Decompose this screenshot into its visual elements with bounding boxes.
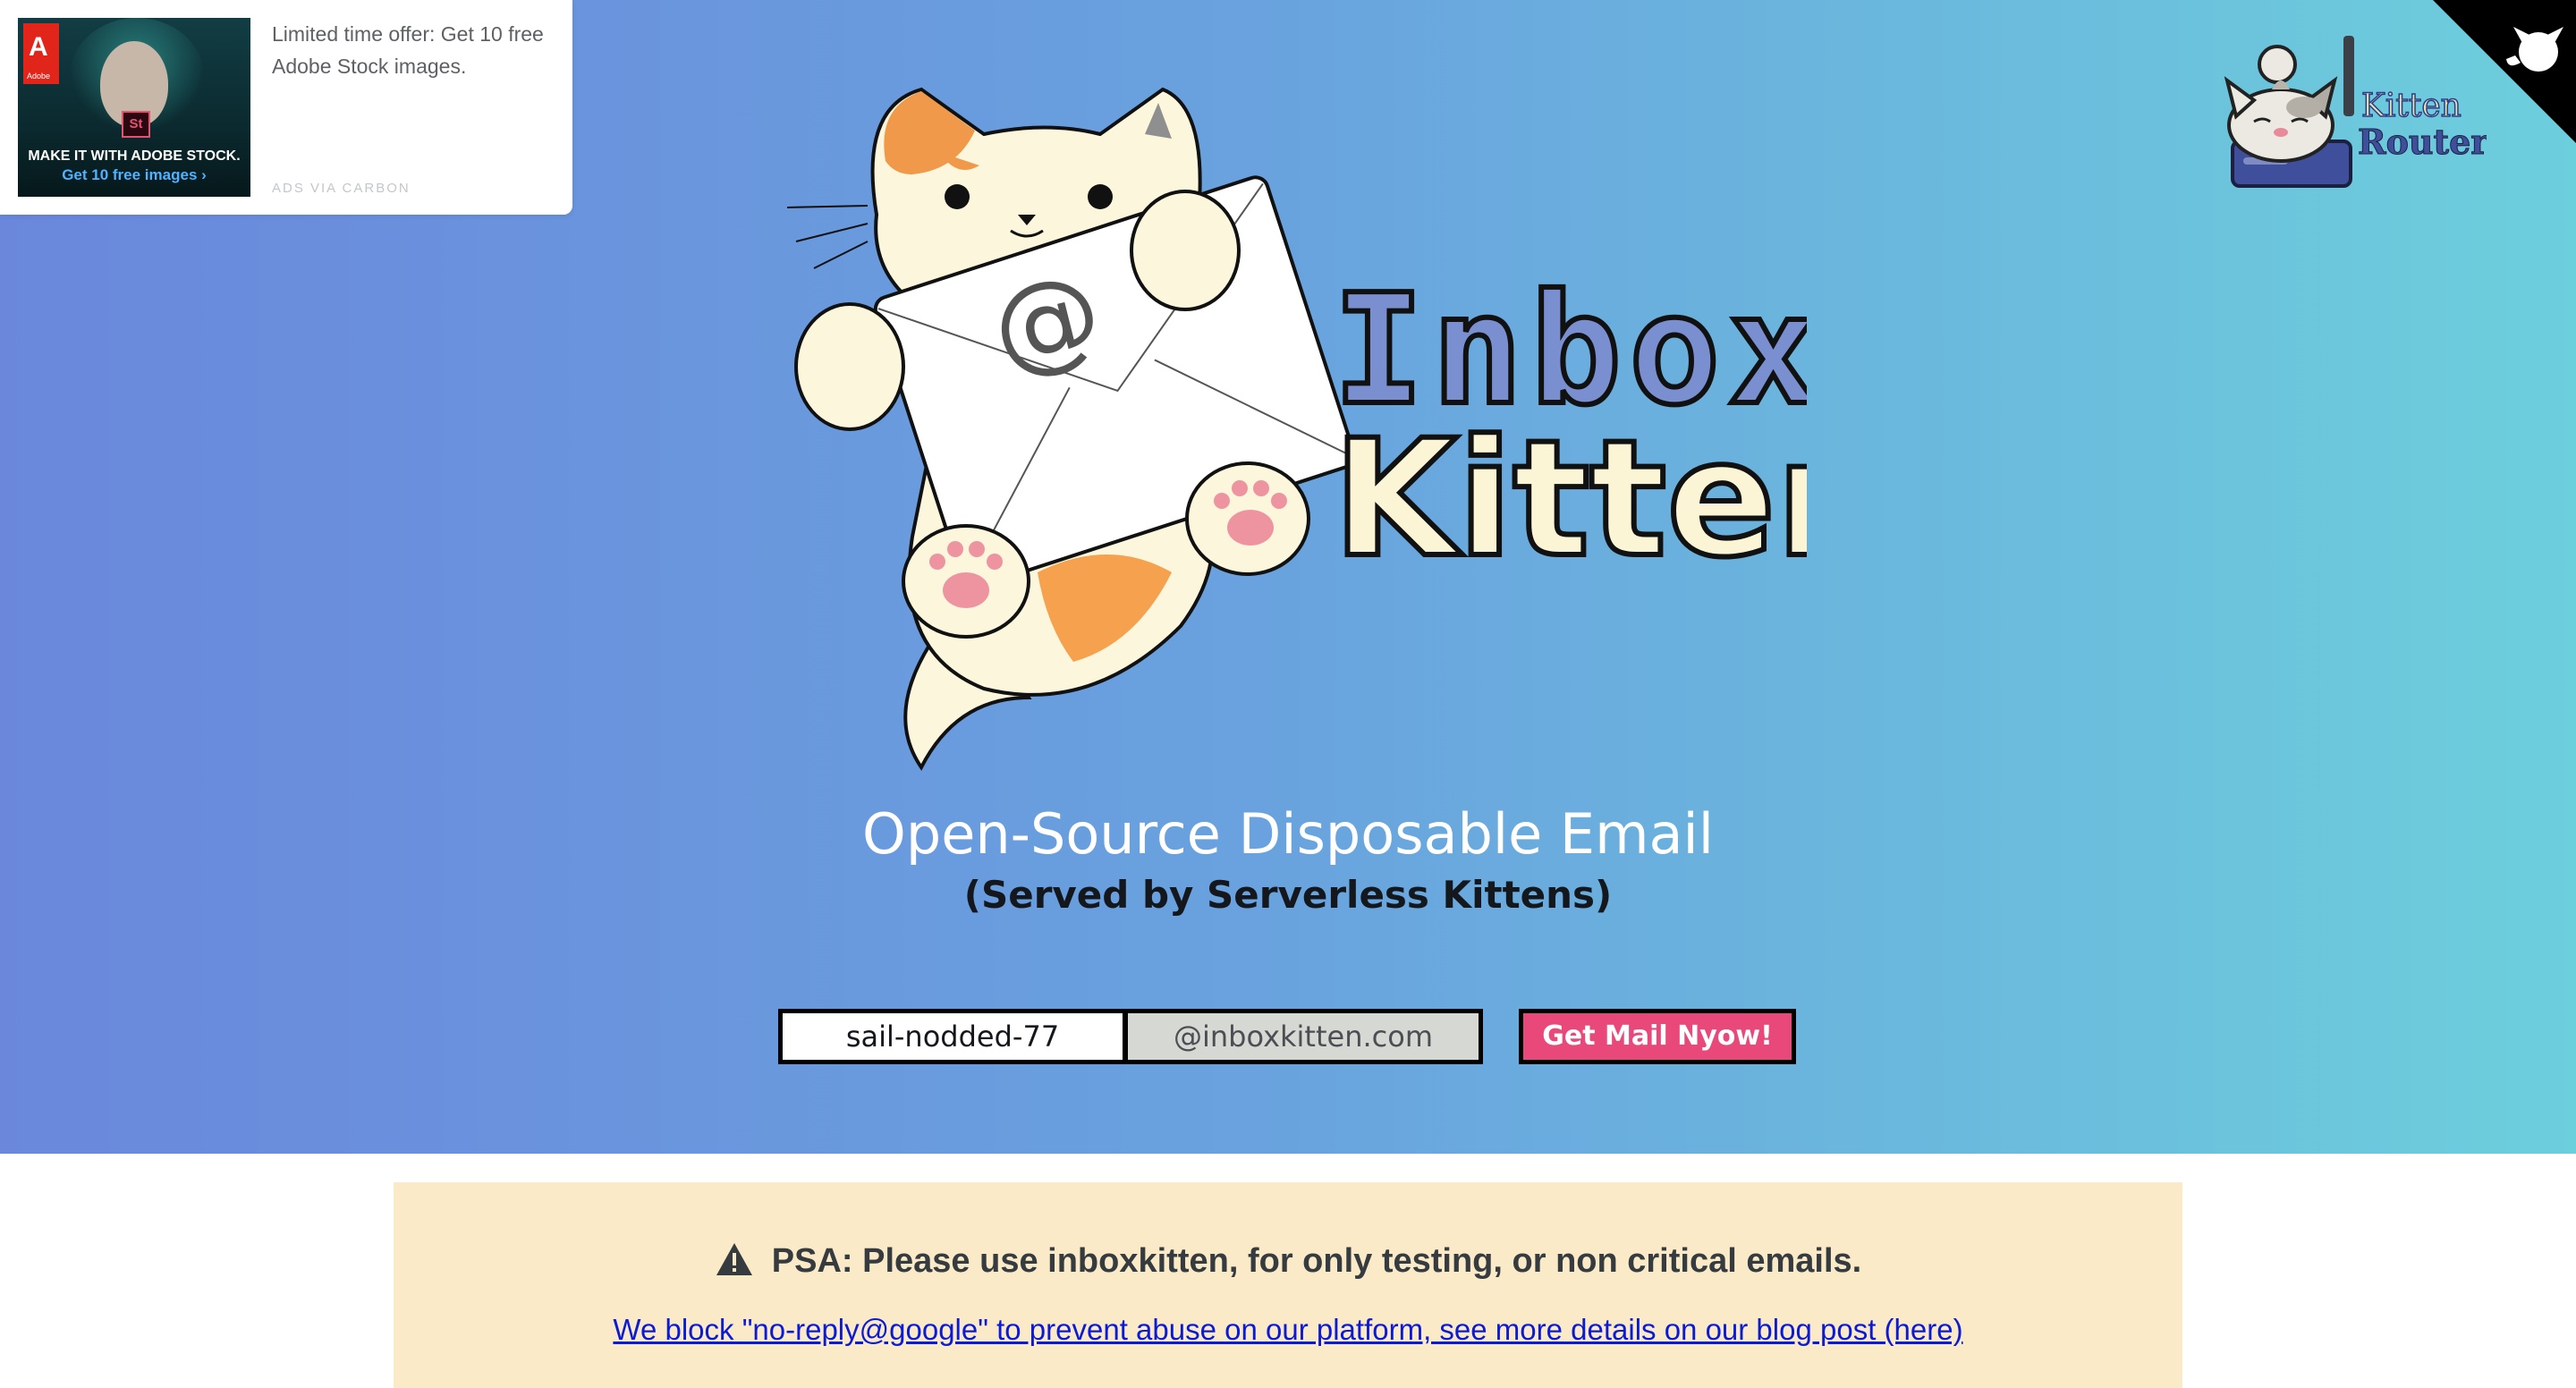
psa-title-text: PSA: Please use inboxkitten, for only te… <box>771 1242 1862 1280</box>
hero-section: A Adobe St MAKE IT WITH ADOBE STOCK. Get… <box>0 0 2576 1154</box>
hero-subtagline: (Served by Serverless Kittens) <box>963 873 1613 917</box>
stock-badge: St <box>122 111 150 138</box>
ad-image-cta: Get 10 free images › <box>62 166 207 183</box>
kitten-envelope-illustration: @ Inbox Kitten <box>786 87 1894 771</box>
warning-icon <box>716 1243 752 1275</box>
psa-blog-link[interactable]: We block "no-reply@google" to prevent ab… <box>394 1313 2182 1347</box>
ad-image[interactable]: A Adobe St MAKE IT WITH ADOBE STOCK. Get… <box>18 18 250 197</box>
ads-via-carbon-link[interactable]: ADS VIA CARBON <box>272 181 411 196</box>
email-name-input[interactable] <box>778 1009 1127 1064</box>
logo-word-kitten: Kitten <box>1333 406 1807 593</box>
get-mail-button[interactable]: Get Mail Nyow! <box>1519 1009 1796 1064</box>
ad-text-link[interactable]: Limited time offer: Get 10 free Adobe St… <box>272 18 558 82</box>
inbox-kitten-logo: @ Inbox Kitten <box>751 72 1894 778</box>
github-corner-icon[interactable] <box>2433 0 2576 143</box>
hero-tagline: Open-Source Disposable Email <box>862 801 1714 867</box>
adobe-logo-text: Adobe <box>27 72 51 80</box>
adobe-logo-icon: A Adobe <box>23 23 59 84</box>
psa-heading: PSA: Please use inboxkitten, for only te… <box>394 1241 2182 1281</box>
email-domain-label: @inboxkitten.com <box>1123 1009 1483 1064</box>
ad-image-headline: MAKE IT WITH ADOBE STOCK. <box>28 148 241 164</box>
carbon-ad[interactable]: A Adobe St MAKE IT WITH ADOBE STOCK. Get… <box>0 0 572 215</box>
psa-banner: PSA: Please use inboxkitten, for only te… <box>394 1182 2182 1388</box>
